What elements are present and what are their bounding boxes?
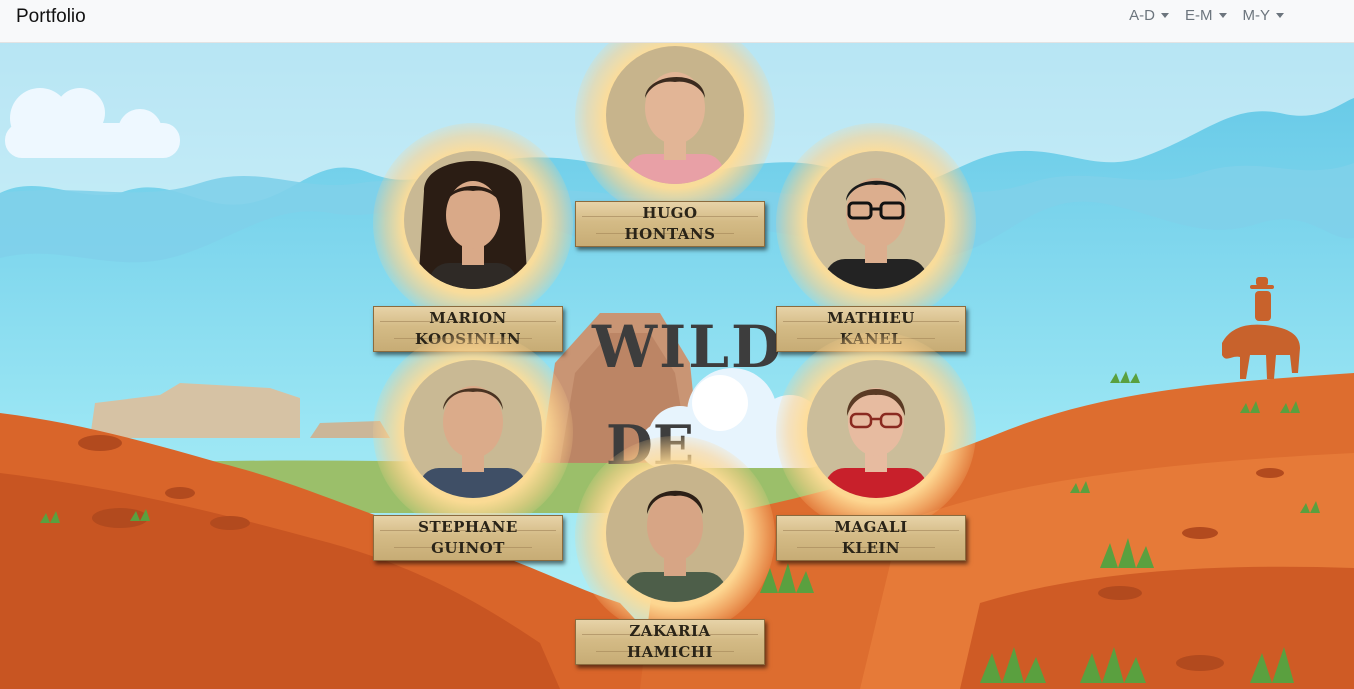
member-last-name: KLEIN <box>841 539 901 557</box>
portrait-photo <box>606 464 744 602</box>
nav-menu: A-D E-M M-Y <box>1129 7 1284 24</box>
member-first-name: ZAKARIA <box>629 622 711 640</box>
menu-e-m-label: E-M <box>1185 7 1213 24</box>
brand-link[interactable]: Portfolio <box>16 6 86 28</box>
member-card-hugo-hontans[interactable]: HUGO HONTANS <box>575 43 775 247</box>
portrait-photo <box>807 360 945 498</box>
name-plank: HUGO HONTANS <box>575 201 765 247</box>
member-card-magali-klein[interactable]: MAGALI KLEIN <box>776 332 976 561</box>
name-plank: STEPHANE GUINOT <box>373 515 563 561</box>
member-card-marion-koosinlin[interactable]: MARION KOOSINLIN <box>373 123 573 352</box>
member-card-stephane-guinot[interactable]: STEPHANE GUINOT <box>373 332 573 561</box>
menu-e-m-dropdown[interactable]: E-M <box>1185 7 1227 24</box>
menu-m-y-dropdown[interactable]: M-Y <box>1242 7 1284 24</box>
member-first-name: HUGO <box>642 204 698 222</box>
name-plank: ZAKARIA HAMICHI <box>575 619 765 665</box>
desert-scene: WILD DE HUGO HONTANS <box>0 43 1354 689</box>
chevron-down-icon <box>1276 13 1284 18</box>
chevron-down-icon <box>1161 13 1169 18</box>
menu-a-d-dropdown[interactable]: A-D <box>1129 7 1169 24</box>
portrait-photo <box>606 46 744 184</box>
member-first-name: MATHIEU <box>827 309 915 327</box>
name-plank: MAGALI KLEIN <box>776 515 966 561</box>
member-first-name: STEPHANE <box>418 518 518 536</box>
member-last-name: HONTANS <box>624 225 716 243</box>
member-card-zakaria-hamichi[interactable]: ZAKARIA HAMICHI <box>575 436 775 665</box>
member-first-name: MAGALI <box>834 518 908 536</box>
portrait-photo <box>404 360 542 498</box>
title-wild: WILD <box>592 313 784 381</box>
portrait-photo <box>807 151 945 289</box>
member-first-name: MARION <box>429 309 507 327</box>
chevron-down-icon <box>1218 13 1227 18</box>
member-last-name: GUINOT <box>431 539 505 557</box>
menu-m-y-label: M-Y <box>1242 7 1271 24</box>
navbar: Portfolio A-D E-M M-Y <box>0 0 1354 43</box>
menu-a-d-label: A-D <box>1129 7 1155 24</box>
portrait-photo <box>404 151 542 289</box>
member-last-name: HAMICHI <box>626 643 714 661</box>
member-card-mathieu-kanel[interactable]: MATHIEU KANEL <box>776 123 976 352</box>
